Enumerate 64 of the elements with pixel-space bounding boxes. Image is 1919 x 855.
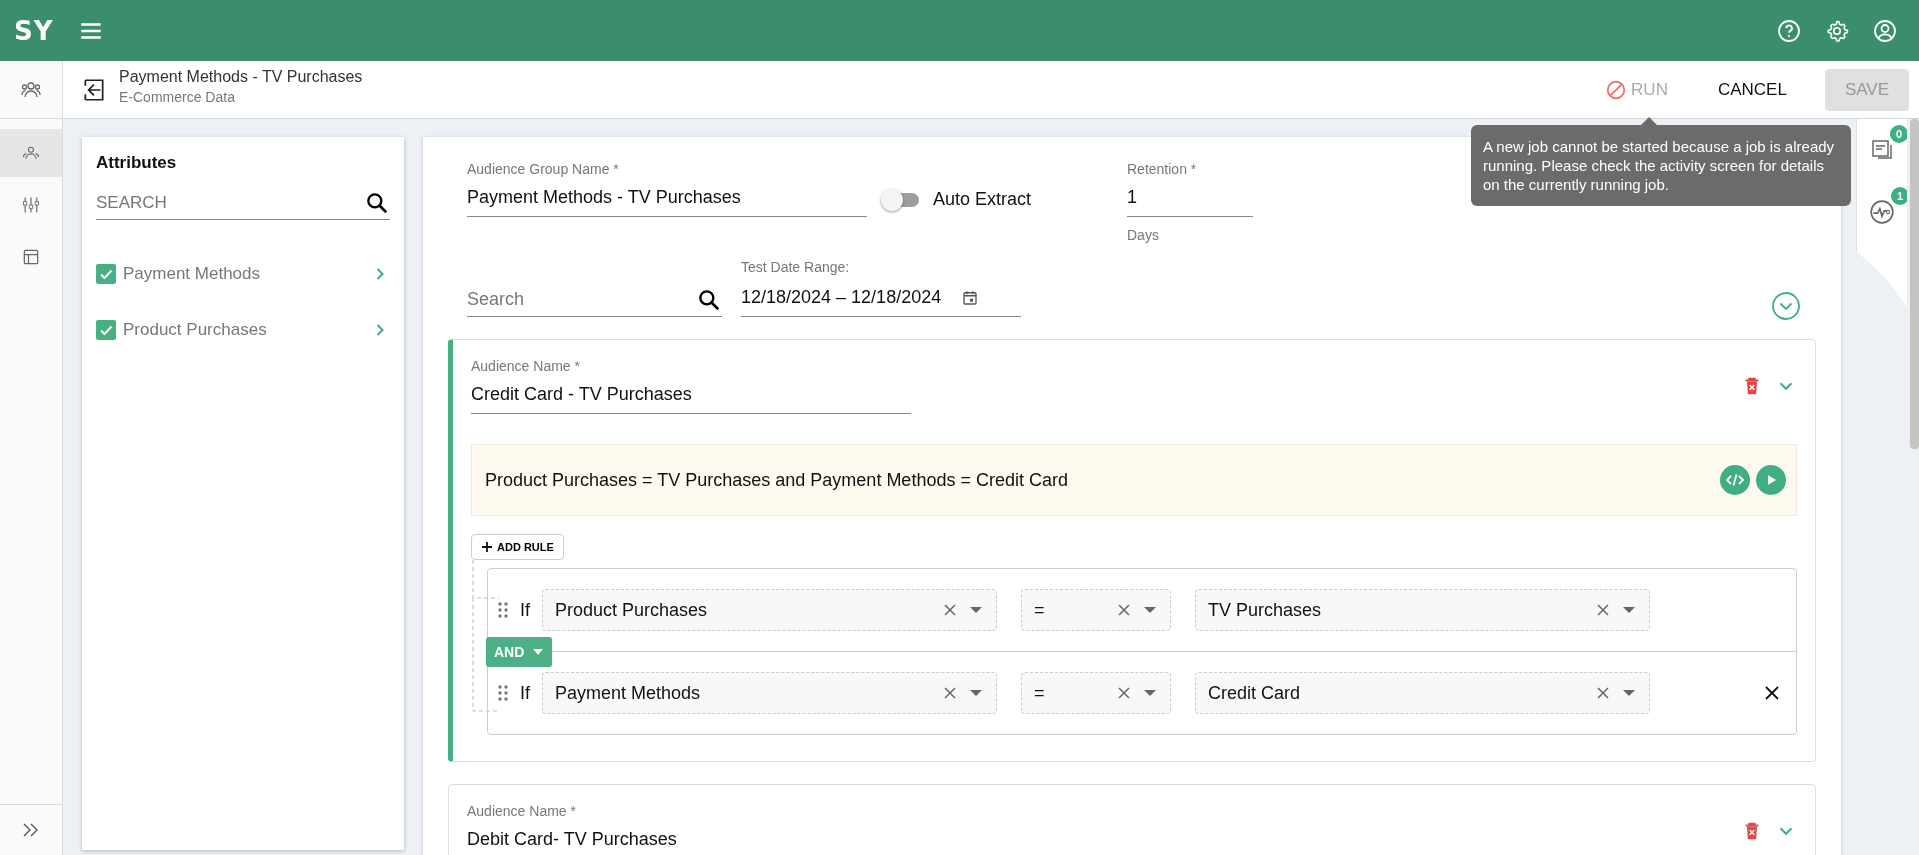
attribute-label: Payment Methods (123, 264, 261, 284)
caret-icon (532, 648, 545, 656)
field-select[interactable]: Payment Methods (542, 672, 997, 714)
field-label: Audience Name * (471, 358, 581, 374)
count-badge: 0 (1890, 125, 1908, 143)
tooltip-arrow (1641, 117, 1657, 125)
caret-icon[interactable] (1144, 607, 1156, 613)
caret-icon[interactable] (970, 690, 982, 696)
field-hint: Days (1127, 227, 1160, 243)
page-title: Payment Methods - TV Purchases (119, 68, 363, 86)
activity-icon[interactable] (1869, 199, 1895, 225)
attribute-label: Product Purchases (123, 320, 268, 340)
field-label: Audience Group Name * (467, 161, 620, 177)
if-label: If (520, 599, 530, 621)
caret-icon[interactable] (1623, 607, 1635, 613)
help-icon[interactable] (1777, 18, 1801, 43)
remove-icon[interactable] (1764, 685, 1780, 701)
drag-handle-icon[interactable] (498, 602, 508, 618)
sliders-icon (21, 195, 41, 215)
cancel-button[interactable]: CANCEL (1711, 78, 1793, 101)
summary-text: Product Purchases = TV Purchases and Payment Methods = Credit Card (485, 469, 1068, 491)
count-badge: 1 (1891, 187, 1909, 205)
value-select[interactable]: TV Purchases (1195, 589, 1650, 631)
notes-icon[interactable] (1870, 137, 1894, 161)
collapse-all-icon[interactable] (1771, 291, 1801, 321)
logo: SY (14, 15, 54, 46)
back-icon[interactable] (81, 76, 107, 103)
caret-icon[interactable] (970, 607, 982, 613)
account-icon[interactable] (1873, 18, 1897, 43)
blocked-icon (1605, 78, 1628, 101)
value-select[interactable]: Credit Card (1195, 672, 1650, 714)
clear-icon[interactable] (944, 604, 956, 616)
clear-icon[interactable] (944, 687, 956, 699)
calendar-icon[interactable] (961, 288, 980, 307)
operator-select[interactable]: = (1021, 589, 1171, 631)
tooltip: A new job cannot be started because a job is already running. Please check the activity screen for details on the currently running job. (1471, 125, 1851, 206)
operator-select[interactable]: = (1021, 672, 1171, 714)
field-label: Audience Name * (467, 803, 577, 819)
search-field[interactable]: Search (467, 283, 696, 316)
toggle-label: Auto Extract (933, 189, 1032, 210)
checkbox[interactable] (96, 320, 116, 340)
field-select[interactable]: Product Purchases (542, 589, 997, 631)
clear-icon[interactable] (1597, 604, 1609, 616)
caret-icon[interactable] (1144, 690, 1156, 696)
clear-icon[interactable] (1597, 687, 1609, 699)
caret-icon[interactable] (1623, 690, 1635, 696)
drag-handle-icon[interactable] (498, 685, 508, 701)
checkbox[interactable] (96, 264, 116, 284)
page-subtitle: E-Commerce Data (119, 89, 236, 105)
settings-icon[interactable] (1825, 18, 1849, 43)
date-range-field[interactable]: 12/18/2024 – 12/18/2024 (741, 281, 1021, 317)
layout-icon (21, 247, 41, 267)
add-rule-button[interactable]: ADD RULE (471, 534, 564, 560)
if-label: If (520, 682, 530, 704)
panel-title: Attributes (96, 153, 178, 173)
field-label: Retention * (1127, 161, 1198, 177)
code-icon[interactable] (1720, 465, 1750, 495)
search-icon (364, 190, 390, 216)
search-field[interactable]: SEARCH (96, 187, 364, 219)
clear-icon[interactable] (1118, 604, 1130, 616)
play-icon[interactable] (1756, 465, 1786, 495)
clear-icon[interactable] (1118, 687, 1130, 699)
field-label: Test Date Range: (741, 259, 851, 275)
plus-icon (481, 541, 493, 553)
